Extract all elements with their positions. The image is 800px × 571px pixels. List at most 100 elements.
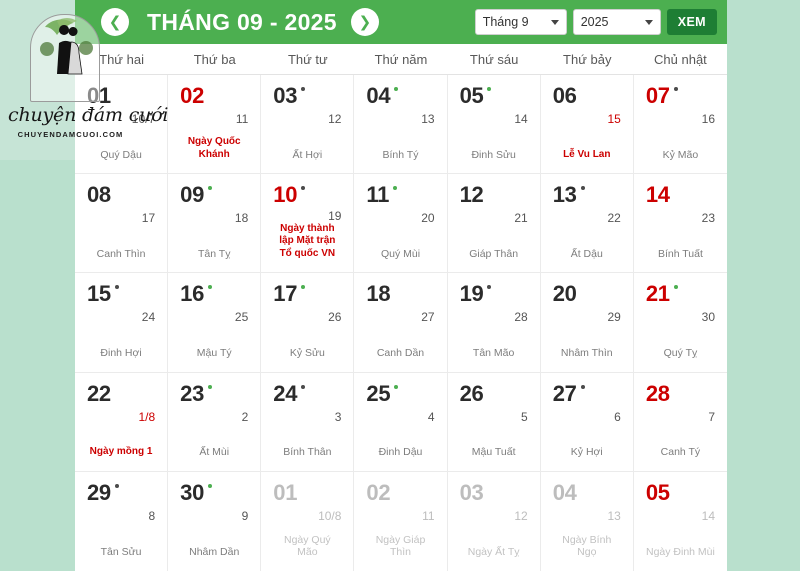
day-cell[interactable]: 30 9 Nhâm Dần [168, 471, 262, 571]
solar-row: 05 [460, 85, 528, 111]
solar-row: 25 [366, 382, 434, 409]
day-note: Ngày Ất Tỵ [467, 546, 520, 559]
solar-date: 09 [180, 182, 205, 208]
day-cell[interactable]: 07 16 Kỷ Mão [633, 75, 727, 175]
lunar-date: 4 [427, 409, 435, 424]
day-cell[interactable]: 04 13 Ngày Bính Ngọ [541, 471, 634, 571]
day-cell[interactable]: 20 29 Nhâm Thìn [540, 273, 634, 373]
holiday-note: Lễ Vu Lan [563, 148, 611, 160]
lunar-date: 14 [514, 112, 528, 126]
solar-date: 02 [180, 83, 205, 108]
solar-row: 15 [87, 283, 155, 309]
day-cell[interactable]: 02 11 Ngày Quốc Khánh [168, 75, 262, 175]
day-quality-dot-icon [208, 384, 213, 389]
day-note: Canh Thìn [96, 247, 146, 260]
solar-row: 01 [273, 481, 341, 508]
day-cell[interactable]: 18 27 Canh Dần [354, 273, 448, 373]
day-quality-dot-icon [301, 285, 306, 290]
day-cell[interactable]: 10 19 Ngày thành lập Mặt trận Tổ quốc VN [261, 174, 355, 274]
day-cell[interactable]: 14 23 Bính Tuất [633, 174, 727, 274]
day-cell[interactable]: 23 2 Ất Mùi [168, 372, 262, 472]
calendar-page: chuyện đám cưới CHUYENDAMCUOI.COM ❮ THÁN… [0, 0, 800, 571]
day-quality-dot-icon [208, 285, 213, 290]
day-note: Đinh Sửu [471, 148, 516, 161]
weekday-label-4: Thứ sáu [469, 51, 519, 67]
day-note: Ngày Giáp Thìn [375, 533, 426, 559]
lunar-date: 1/8 [138, 409, 156, 424]
day-note: Quý Tỵ [663, 347, 698, 360]
day-cell[interactable]: 08 17 Canh Thìn [75, 174, 169, 274]
lunar-date: 2 [241, 409, 249, 424]
day-cell[interactable]: 01 10/8 Ngày Quý Mão [261, 471, 355, 571]
day-cell[interactable]: 01 10/7 Quý Dậu [75, 75, 169, 175]
day-quality-dot-icon [301, 87, 306, 91]
lunar-date: 11 [422, 508, 435, 523]
day-cell[interactable]: 06 15 Lễ Vu Lan [540, 75, 634, 175]
lunar-date: 30 [701, 310, 715, 325]
solar-row: 05 [646, 481, 715, 508]
lunar-date: 13 [607, 508, 621, 523]
day-cell[interactable]: 26 5 Mậu Tuất [447, 372, 541, 472]
day-cell[interactable]: 25 4 Đinh Dậu [354, 372, 448, 472]
lunar-date: 27 [421, 310, 435, 325]
solar-row: 26 [460, 382, 528, 409]
day-cell[interactable]: 05 14 Ngày Đinh Mùi [634, 472, 727, 571]
day-cell[interactable]: 04 13 Bính Tý [354, 75, 448, 175]
day-cell[interactable]: 11 20 Quý Mùi [354, 174, 448, 274]
day-cell[interactable]: 15 24 Đinh Hợi [75, 273, 169, 373]
lunar-date: 10/8 [318, 508, 342, 523]
day-cell[interactable]: 24 3 Bính Thân [261, 372, 355, 472]
solar-date: 28 [645, 380, 670, 406]
day-cell[interactable]: 28 7 Canh Tý [633, 373, 727, 472]
day-cell[interactable]: 12 21 Giáp Thân [447, 174, 541, 274]
day-cell[interactable]: 09 18 Tân Tỵ [168, 174, 262, 274]
header-controls: Tháng 9 2025 XEM [474, 9, 717, 35]
day-cell[interactable]: 17 26 Kỷ Sửu [261, 273, 355, 373]
weekday-header-row: Thứ hai Thứ ba Thứ tư Thứ năm Thứ sáu Thứ bảy… [75, 44, 727, 75]
day-note: Ngày Đinh Mùi [645, 546, 715, 559]
solar-row: 02 [180, 85, 248, 111]
day-quality-dot-icon [301, 186, 306, 191]
day-cell[interactable]: 16 25 Mậu Tý [168, 273, 262, 373]
holiday-note: Ngày Quốc Khánh [187, 136, 241, 160]
chevron-right-icon[interactable]: ❯ [350, 8, 379, 36]
lunar-date: 5 [521, 409, 528, 424]
lunar-date: 14 [701, 508, 715, 523]
solar-date: 03 [459, 479, 484, 505]
day-note: Ngày Quý Mão [284, 533, 331, 559]
day-cell[interactable]: 03 12 Ất Hợi [261, 75, 355, 175]
day-quality-dot-icon [114, 285, 119, 290]
solar-date: 11 [366, 182, 390, 208]
day-note: Bính Thân [283, 446, 332, 459]
weekday-label-1: Thứ ba [193, 51, 236, 67]
day-cell[interactable]: 03 12 Ngày Ất Tỵ [448, 471, 541, 571]
view-button[interactable]: XEM [666, 9, 717, 35]
day-note: Đinh Hợi [100, 347, 142, 360]
day-cell[interactable]: 19 28 Tân Mão [447, 273, 541, 373]
day-quality-dot-icon [393, 186, 398, 191]
lunar-date: 19 [328, 208, 342, 223]
solar-date: 21 [645, 281, 670, 307]
day-quality-dot-icon [208, 483, 213, 488]
solar-date: 04 [552, 479, 577, 505]
day-note: Ất Hợi [292, 148, 323, 161]
day-cell[interactable]: 21 30 Quý Tỵ [633, 273, 727, 373]
solar-row: 27 [553, 382, 621, 409]
day-cell[interactable]: 02 11 Ngày Giáp Thìn [354, 471, 448, 571]
solar-date: 12 [459, 182, 484, 208]
day-note: Ất Dậu [570, 247, 603, 260]
day-cell[interactable]: 29 8 Tân Sửu [75, 471, 169, 571]
year-select[interactable]: 2025 [572, 9, 661, 35]
day-cell[interactable]: 27 6 Kỷ Hợi [540, 372, 634, 472]
day-cell[interactable]: 13 22 Ất Dậu [540, 174, 634, 274]
day-quality-dot-icon [673, 87, 678, 91]
solar-row: 10 [273, 184, 341, 208]
day-cell[interactable]: 22 1/8 Ngày mồng 1 [75, 372, 169, 472]
day-note: Đinh Dậu [378, 446, 423, 459]
day-cell[interactable]: 05 14 Đinh Sửu [447, 75, 541, 175]
holiday-note: Ngày thành lập Mặt trận Tổ quốc VN [279, 222, 336, 259]
lunar-date: 17 [141, 211, 156, 226]
solar-row: 04 [366, 85, 434, 111]
chevron-left-icon[interactable]: ❮ [101, 8, 129, 36]
month-select[interactable]: Tháng 9 [474, 9, 567, 35]
